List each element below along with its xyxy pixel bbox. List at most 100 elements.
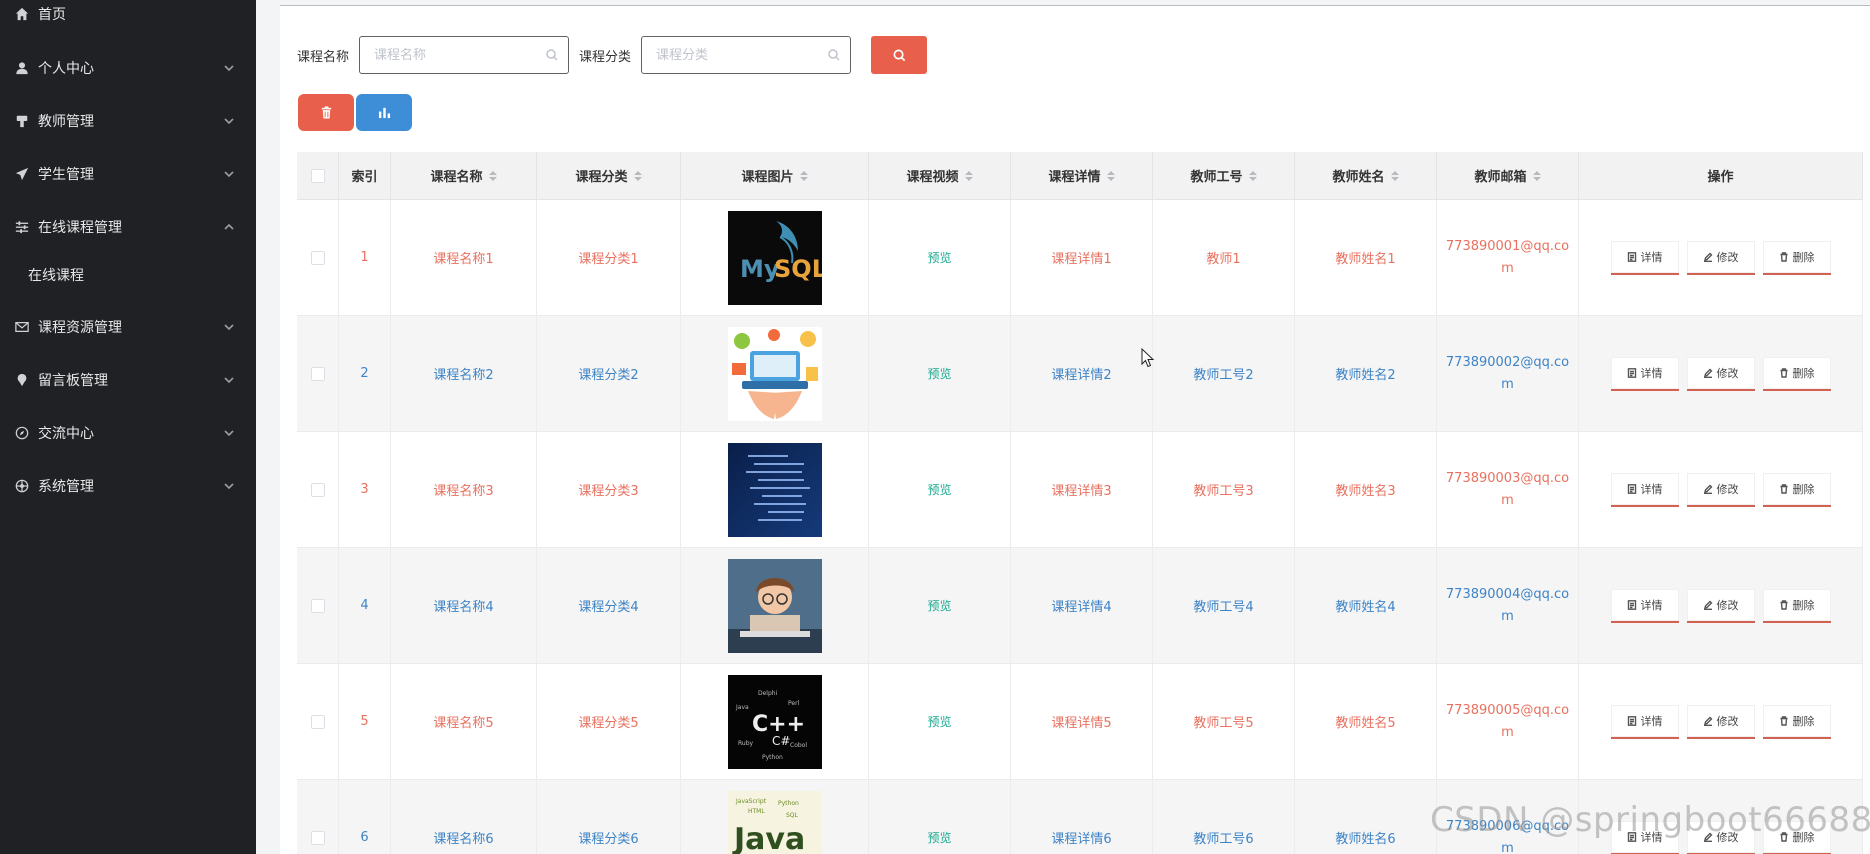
row-checkbox[interactable] <box>310 482 325 497</box>
detail-button[interactable]: 详情 <box>1610 704 1679 739</box>
header-course-name[interactable]: 课程名称 <box>391 152 537 199</box>
svg-text:Java: Java <box>735 704 749 711</box>
row-checkbox[interactable] <box>310 830 325 845</box>
sidebar-item-personal-center[interactable]: 个人中心 <box>0 48 256 88</box>
edit-button[interactable]: 修改 <box>1686 472 1755 507</box>
delete-label: 删除 <box>1792 714 1815 728</box>
detail-label: 详情 <box>1640 598 1663 612</box>
sort-icon[interactable] <box>488 170 497 181</box>
edit-icon <box>1703 252 1712 262</box>
header-teacher-email[interactable]: 教师邮箱 <box>1437 152 1579 199</box>
course-name-cell: 课程名称1 <box>391 200 537 315</box>
watermark: CSDN @springboot666888 <box>1430 800 1870 840</box>
sidebar-item-label: 学生管理 <box>38 167 94 183</box>
detail-label: 详情 <box>1640 250 1663 264</box>
teacher-email-text: 773890005@qq.com <box>1445 702 1570 740</box>
edit-label: 修改 <box>1716 714 1739 728</box>
mouse-cursor-icon <box>1141 348 1155 368</box>
course-category-input[interactable] <box>656 47 829 63</box>
delete-button[interactable]: 删除 <box>1762 356 1831 391</box>
course-video-text[interactable]: 预览 <box>927 829 951 846</box>
detail-button[interactable]: 详情 <box>1610 240 1679 275</box>
sidebar-item-exchange-center[interactable]: 交流中心 <box>0 413 256 453</box>
select-all-checkbox[interactable] <box>310 168 325 183</box>
sort-icon[interactable] <box>1532 170 1541 181</box>
course-name-cell: 课程名称3 <box>391 432 537 547</box>
svg-text:Delphi: Delphi <box>758 690 778 697</box>
detail-button[interactable]: 详情 <box>1610 356 1679 391</box>
edit-button[interactable]: 修改 <box>1686 588 1755 623</box>
course-video-text[interactable]: 预览 <box>927 597 951 614</box>
course-video-text[interactable]: 预览 <box>927 713 951 730</box>
header-course-category[interactable]: 课程分类 <box>537 152 681 199</box>
header-teacher-name[interactable]: 教师姓名 <box>1295 152 1437 199</box>
sort-icon[interactable] <box>799 170 808 181</box>
sort-icon[interactable] <box>1106 170 1115 181</box>
header-teacher-id[interactable]: 教师工号 <box>1153 152 1295 199</box>
course-category-search-field[interactable] <box>641 36 852 74</box>
search-button[interactable] <box>871 36 928 74</box>
detail-button[interactable]: 详情 <box>1610 588 1679 623</box>
course-video-cell: 预览 <box>869 316 1011 431</box>
statistics-button[interactable] <box>356 94 412 131</box>
course-video-text[interactable]: 预览 <box>927 481 951 498</box>
course-image-cpp-wordcloud[interactable]: Delphi Java Perl Ruby Cobol Python C++ C# <box>727 674 822 769</box>
header-course-detail[interactable]: 课程详情 <box>1011 152 1153 199</box>
edit-button[interactable]: 修改 <box>1686 704 1755 739</box>
course-name-cell: 课程名称5 <box>391 664 537 779</box>
teacher-name-text: 教师姓名1 <box>1335 252 1396 267</box>
header-course-image[interactable]: 课程图片 <box>681 152 869 199</box>
detail-label: 详情 <box>1640 366 1663 380</box>
delete-button[interactable]: 删除 <box>1762 240 1831 275</box>
sidebar-item-student-management[interactable]: 学生管理 <box>0 154 256 194</box>
sort-icon[interactable] <box>633 170 642 181</box>
course-detail-text: 课程详情2 <box>1051 368 1112 383</box>
detail-button[interactable]: 详情 <box>1610 472 1679 507</box>
edit-button[interactable]: 修改 <box>1686 356 1755 391</box>
course-video-cell: 预览 <box>869 432 1011 547</box>
index-cell: 5 <box>339 664 391 779</box>
course-detail-text: 课程详情5 <box>1051 716 1112 731</box>
edit-button[interactable]: 修改 <box>1686 240 1755 275</box>
table-row: 3 课程名称3 课程分类3 预览 课程详情3 教师工号3 教师姓名3 773890003@qq… <box>297 432 1863 548</box>
sidebar-item-home[interactable]: 首页 <box>0 0 256 34</box>
course-category-text: 课程分类6 <box>578 832 639 847</box>
delete-button[interactable]: 删除 <box>1762 704 1831 739</box>
sidebar-item-course-resource-management[interactable]: 课程资源管理 <box>0 307 256 347</box>
table-row: 1 课程名称1 课程分类1 My SQL 预览 课程详情1 教师1 教师姓名1 773890001… <box>297 200 1863 316</box>
row-checkbox[interactable] <box>310 714 325 729</box>
sidebar-item-system-management[interactable]: 系统管理 <box>0 466 256 506</box>
row-checkbox[interactable] <box>310 250 325 265</box>
course-video-text[interactable]: 预览 <box>927 365 951 382</box>
course-image-laptop-illustration[interactable] <box>727 326 822 421</box>
sidebar-item-message-board-management[interactable]: 留言板管理 <box>0 360 256 400</box>
sidebar-item-label: 首页 <box>38 7 66 23</box>
course-name-label: 课程名称 <box>297 49 350 65</box>
row-checkbox[interactable] <box>310 598 325 613</box>
course-image-child-typing[interactable] <box>727 558 822 653</box>
course-image-mysql-logo[interactable]: My SQL <box>727 210 822 305</box>
course-image-java-wordcloud[interactable]: JavaScript Python HTML SQL Java <box>727 790 822 854</box>
batch-delete-button[interactable] <box>298 94 354 131</box>
course-name-input[interactable] <box>374 47 547 63</box>
teacher-name-text: 教师姓名2 <box>1335 368 1396 383</box>
sort-icon[interactable] <box>1390 170 1399 181</box>
sort-icon[interactable] <box>964 170 973 181</box>
search-icon <box>546 49 558 61</box>
course-image-code-screen[interactable] <box>727 442 822 537</box>
course-name-search-field[interactable] <box>359 36 570 74</box>
delete-button[interactable]: 删除 <box>1762 472 1831 507</box>
course-name-text: 课程名称1 <box>433 252 494 267</box>
svg-text:Python: Python <box>762 754 783 761</box>
sidebar-item-online-course-management[interactable]: 在线课程管理 <box>0 207 256 247</box>
select-cell <box>297 780 339 854</box>
sidebar-subitem-online-course[interactable]: 在线课程 <box>0 255 256 295</box>
course-video-text[interactable]: 预览 <box>927 249 951 266</box>
header-course-video[interactable]: 课程视频 <box>869 152 1011 199</box>
actions-cell: 详情 修改 删除 <box>1579 548 1863 663</box>
table-header: 索引 课程名称 课程分类 课程图片 课程视频 课程详情 教师工号 教师姓名 教师… <box>297 152 1863 200</box>
row-checkbox[interactable] <box>310 366 325 381</box>
sidebar-item-teacher-management[interactable]: 教师管理 <box>0 101 256 141</box>
sort-icon[interactable] <box>1248 170 1257 181</box>
delete-button[interactable]: 删除 <box>1762 588 1831 623</box>
